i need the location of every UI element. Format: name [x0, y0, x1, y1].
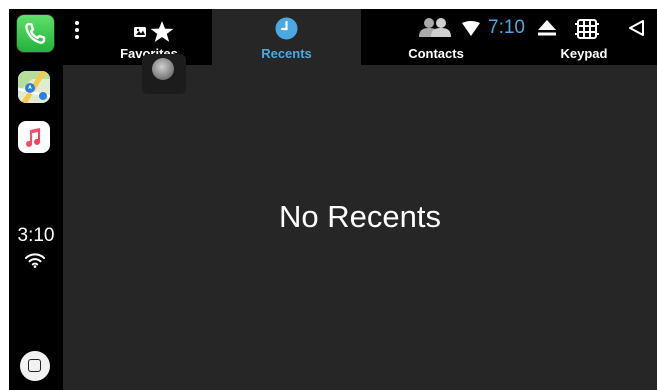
phone-app-icon[interactable] — [16, 14, 55, 53]
signal-icon — [462, 21, 480, 36]
status-bar: 7:10 — [417, 9, 657, 45]
phone-app-panel: Favorites Recents Contacts Keypad — [63, 9, 657, 390]
menu-dots-icon[interactable] — [74, 21, 80, 41]
app-rail: 3:10 — [9, 9, 63, 390]
wifi-icon — [24, 252, 46, 268]
tab-label: Contacts — [408, 46, 464, 61]
home-button[interactable] — [20, 351, 50, 381]
tab-recents[interactable]: Recents — [212, 9, 361, 65]
keypad-icon[interactable] — [575, 17, 599, 41]
maps-app-icon[interactable] — [18, 71, 50, 103]
rail-clock: 3:10 — [17, 225, 55, 246]
empty-state-message: No Recents — [279, 199, 441, 234]
contacts-icon[interactable] — [419, 17, 453, 37]
music-app-icon[interactable] — [18, 121, 50, 153]
status-clock: 7:10 — [488, 17, 525, 38]
back-icon[interactable] — [627, 19, 645, 37]
tab-label: Recents — [261, 46, 312, 61]
tab-label: Keypad — [560, 46, 608, 61]
touch-indicator — [142, 54, 186, 94]
carplay-screen: 3:10 Recents Contacts Keypad 7:10 No Rec… — [9, 9, 657, 390]
home-button-icon — [28, 359, 41, 372]
clock-icon — [275, 17, 298, 40]
star-icon — [133, 21, 179, 43]
eject-icon[interactable] — [538, 20, 556, 36]
